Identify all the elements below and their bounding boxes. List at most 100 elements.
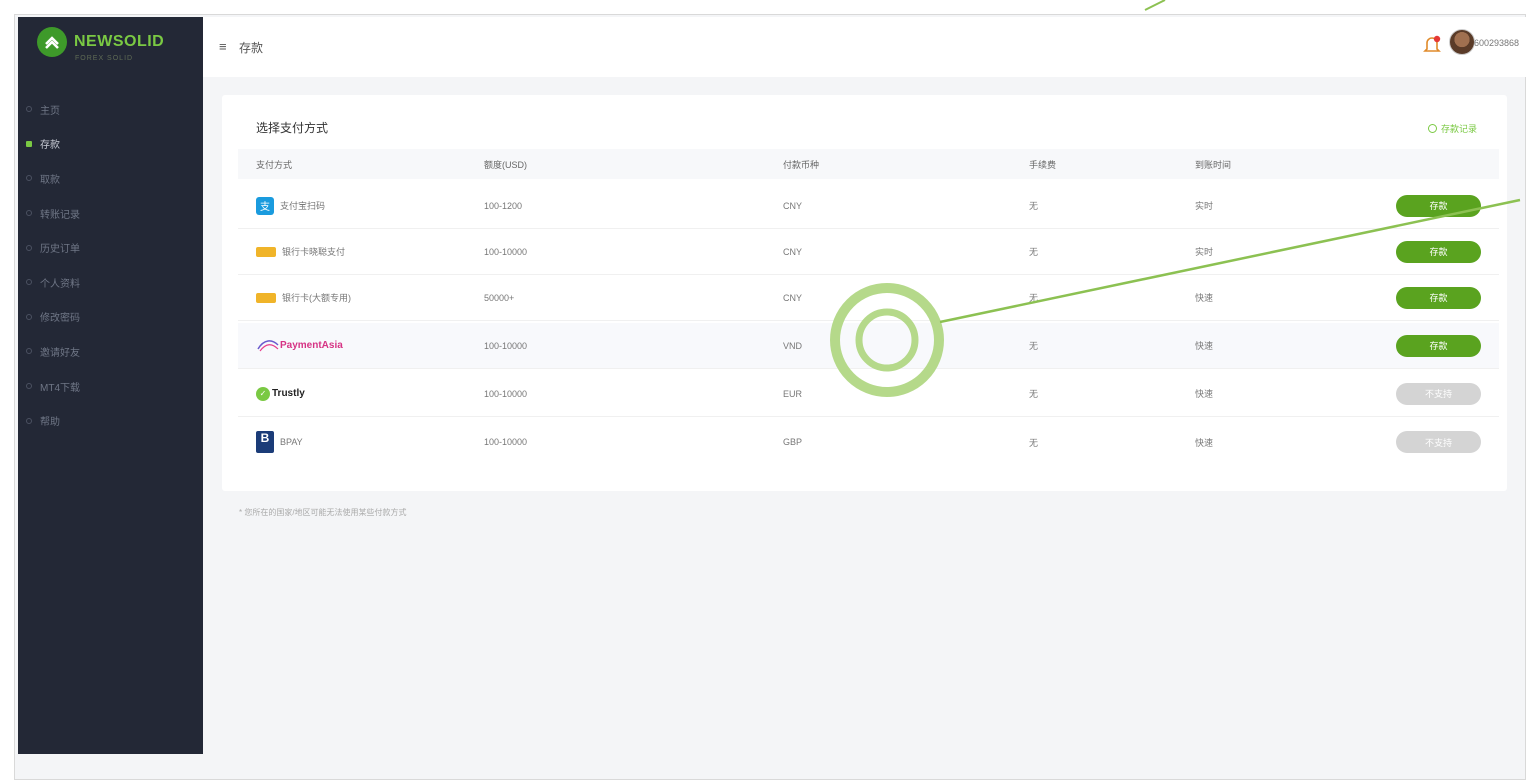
brand-name: NEWSOLID (74, 33, 165, 50)
sidebar-item-password[interactable]: 修改密码 (18, 300, 203, 335)
limit-cell: 100-1200 (484, 200, 523, 211)
fee-cell: 无 (1029, 247, 1039, 257)
limit-cell: 100-10000 (484, 340, 528, 351)
sidebar-item-label: 取款 (40, 174, 60, 186)
logo[interactable]: NEWSOLID (37, 27, 164, 57)
method-name: Trustly (272, 388, 305, 399)
deposit-icon (26, 140, 32, 147)
table-row: PaymentAsia 100-10000 VND 无 快速 存款 (238, 323, 1499, 369)
sidebar-item-label: 帮助 (40, 417, 60, 429)
table-header: 支付方式 额度(USD) 付款币种 手续费 到账时间 (238, 149, 1499, 179)
sidebar-item-help[interactable]: 帮助 (18, 403, 203, 438)
fee-cell: 无 (1029, 293, 1039, 303)
method-name: 支付宝扫码 (280, 201, 326, 211)
bpay-logo-icon: B (256, 431, 274, 453)
deposit-history-link[interactable]: 存款记录 (1427, 122, 1477, 135)
sidebar-item-mt4[interactable]: MT4下载 (18, 369, 203, 404)
paymentasia-logo-icon (257, 339, 279, 351)
unsupported-button[interactable]: 不支持 (1396, 382, 1481, 405)
sidebar-item-profile[interactable]: 个人资料 (18, 265, 203, 300)
currency-cell: CNY (783, 292, 803, 303)
deposit-button[interactable]: 存款 (1396, 194, 1481, 217)
limit-cell: 100-10000 (484, 388, 528, 399)
table-row: 银行卡(大额专用) 50000+ CNY 无 快速 存款 (238, 275, 1499, 321)
top-bar: ≡ 存款 600293868 (203, 17, 1527, 77)
method-name: 银行卡晓聪支付 (282, 247, 346, 257)
clock-icon (1427, 124, 1437, 133)
table-row: ✓ Trustly 100-10000 EUR 无 快速 不支持 (238, 371, 1499, 417)
deposit-button[interactable]: 存款 (1396, 334, 1481, 357)
time-cell: 实时 (1195, 201, 1214, 211)
help-icon (26, 417, 32, 424)
annotation-pointer-line-top (1144, 0, 1166, 11)
fee-cell: 无 (1029, 201, 1039, 211)
sidebar: NEWSOLID FOREX SOLID 主页 存款 取款 转账记录 历史订单 … (18, 17, 203, 754)
sidebar-item-label: 存款 (40, 140, 60, 152)
sidebar-item-label: 邀请好友 (40, 347, 80, 359)
fee-cell: 无 (1029, 437, 1039, 448)
time-cell: 快速 (1195, 293, 1214, 303)
transfer-icon (26, 210, 32, 217)
sidebar-item-label: 转账记录 (40, 209, 80, 221)
history-icon (26, 244, 32, 251)
sidebar-item-home[interactable]: 主页 (18, 92, 203, 127)
footnote: * 您所在的国家/地区可能无法使用某些付款方式 (239, 508, 407, 517)
sidebar-item-history[interactable]: 历史订单 (18, 230, 203, 265)
home-icon (26, 106, 32, 113)
currency-cell: EUR (783, 388, 803, 399)
avatar[interactable] (1449, 29, 1475, 55)
fee-cell: 无 (1029, 389, 1039, 399)
payment-methods-card: 选择支付方式 存款记录 支付方式 额度(USD) 付款币种 手续费 到账时间 支… (222, 95, 1507, 491)
time-cell: 实时 (1195, 247, 1214, 257)
download-icon (26, 383, 32, 390)
profile-icon (26, 279, 32, 286)
bank-card-icon (256, 292, 276, 303)
username-dropdown[interactable]: 600293868 (1474, 38, 1519, 48)
alipay-icon: 支 (256, 196, 274, 215)
trustly-logo-icon: ✓ (256, 386, 270, 401)
method-name: BPAY (280, 437, 303, 447)
page-title: 存款 (239, 41, 264, 55)
column-header-method: 支付方式 (256, 159, 293, 170)
time-cell: 快速 (1195, 341, 1214, 351)
currency-cell: VND (783, 340, 803, 351)
sidebar-item-deposit[interactable]: 存款 (18, 127, 203, 162)
currency-cell: CNY (783, 200, 803, 211)
limit-cell: 100-10000 (484, 437, 528, 447)
sidebar-item-label: 历史订单 (40, 244, 80, 256)
method-name: 银行卡(大额专用) (282, 293, 351, 303)
invite-icon (26, 348, 32, 355)
table-row: 银行卡晓聪支付 100-10000 CNY 无 实时 存款 (238, 229, 1499, 275)
brand-tagline: FOREX SOLID (75, 55, 134, 62)
column-header-currency: 付款币种 (783, 159, 820, 170)
sidebar-item-label: 个人资料 (40, 278, 80, 290)
sidebar-item-withdraw[interactable]: 取款 (18, 161, 203, 196)
limit-cell: 100-10000 (484, 246, 528, 257)
deposit-history-label: 存款记录 (1440, 124, 1477, 134)
card-title: 选择支付方式 (256, 121, 329, 135)
bank-card-icon (256, 246, 276, 257)
deposit-button[interactable]: 存款 (1396, 240, 1481, 263)
time-cell: 快速 (1195, 389, 1214, 399)
withdraw-icon (26, 175, 32, 182)
deposit-button[interactable]: 存款 (1396, 286, 1481, 309)
column-header-fee: 手续费 (1029, 159, 1057, 170)
sidebar-item-label: 主页 (40, 105, 60, 117)
fee-cell: 无 (1029, 341, 1039, 351)
hamburger-menu-icon[interactable]: ≡ (219, 39, 227, 54)
column-header-time: 到账时间 (1195, 159, 1232, 170)
time-cell: 快速 (1195, 437, 1214, 448)
limit-cell: 50000+ (484, 292, 515, 303)
logo-icon (37, 27, 67, 57)
unsupported-button[interactable]: 不支持 (1396, 431, 1481, 453)
sidebar-nav: 主页 存款 取款 转账记录 历史订单 个人资料 修改密码 邀请好友 MT4下载 … (18, 92, 203, 438)
sidebar-item-label: MT4下载 (40, 382, 80, 394)
currency-cell: CNY (783, 246, 803, 257)
column-header-limit: 额度(USD) (484, 159, 527, 170)
lock-icon (26, 313, 32, 320)
sidebar-item-transfers[interactable]: 转账记录 (18, 196, 203, 231)
table-row: B BPAY 100-10000 GBP 无 快速 不支持 (238, 419, 1499, 465)
sidebar-item-label: 修改密码 (40, 313, 80, 325)
bell-icon[interactable] (1423, 34, 1441, 56)
sidebar-item-invite[interactable]: 邀请好友 (18, 334, 203, 369)
